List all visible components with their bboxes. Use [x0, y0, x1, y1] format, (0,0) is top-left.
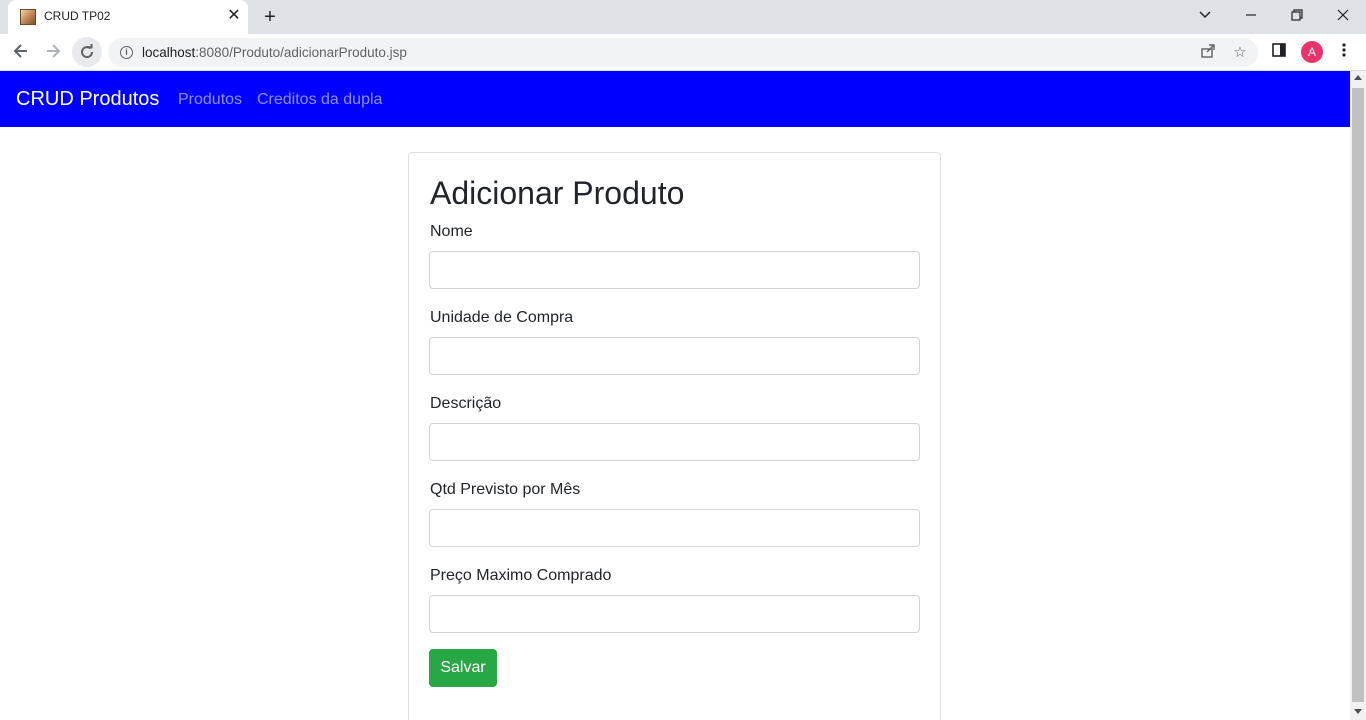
- profile-avatar[interactable]: A: [1301, 41, 1323, 63]
- nav-link-produtos[interactable]: Produtos: [178, 91, 242, 109]
- preco-maximo-label: Preço Maximo Comprado: [430, 567, 612, 584]
- bookmark-star-icon[interactable]: ☆: [1230, 43, 1250, 63]
- minimize-icon[interactable]: [1238, 4, 1264, 28]
- back-arrow-icon[interactable]: [8, 40, 34, 66]
- unidade-compra-input[interactable]: [429, 337, 920, 375]
- tab-search-icon[interactable]: [1192, 4, 1218, 28]
- close-window-icon[interactable]: [1330, 4, 1356, 28]
- page-scrollbar[interactable]: [1350, 71, 1366, 720]
- url-text[interactable]: localhost:8080/Produto/adicionarProduto.…: [142, 45, 407, 60]
- share-icon[interactable]: [1198, 43, 1218, 63]
- browser-toolbar: i localhost:8080/Produto/adicionarProdut…: [0, 34, 1366, 71]
- browser-tab[interactable]: CRUD TP02 ✕: [8, 0, 248, 34]
- navbar-brand[interactable]: CRUD Produtos: [16, 88, 159, 111]
- address-bar[interactable]: i localhost:8080/Produto/adicionarProdut…: [108, 38, 1258, 67]
- nome-label: Nome: [430, 223, 473, 240]
- descricao-input[interactable]: [429, 423, 920, 461]
- kebab-menu-icon[interactable]: [1334, 42, 1354, 62]
- qtd-previsto-label: Qtd Previsto por Mês: [430, 481, 581, 498]
- qtd-previsto-input[interactable]: [429, 509, 920, 547]
- forward-arrow-icon[interactable]: [40, 40, 66, 66]
- nav-link-creditos[interactable]: Creditos da dupla: [257, 91, 382, 109]
- add-product-card: Adicionar Produto Nome Unidade de Compra…: [408, 152, 941, 720]
- side-panel-icon[interactable]: [1269, 42, 1289, 62]
- restore-icon[interactable]: [1284, 4, 1310, 28]
- new-tab-button[interactable]: +: [258, 5, 282, 29]
- page-viewport: CRUD Produtos Produtos Creditos da dupla…: [0, 71, 1350, 720]
- browser-tab-bar: CRUD TP02 ✕ +: [0, 0, 1366, 34]
- unidade-compra-label: Unidade de Compra: [430, 309, 574, 326]
- save-button[interactable]: Salvar: [429, 649, 497, 687]
- preco-maximo-input[interactable]: [429, 595, 920, 633]
- page-title: Adicionar Produto: [430, 175, 685, 211]
- reload-button[interactable]: [72, 37, 102, 67]
- info-icon[interactable]: i: [120, 46, 133, 59]
- close-tab-icon[interactable]: ✕: [224, 6, 244, 26]
- scroll-thumb[interactable]: [1352, 88, 1364, 702]
- favicon-icon: [20, 9, 36, 25]
- scroll-down-arrow-icon[interactable]: [1354, 709, 1362, 714]
- scroll-up-arrow-icon[interactable]: [1354, 75, 1362, 80]
- descricao-label: Descrição: [430, 395, 502, 412]
- site-navbar: CRUD Produtos Produtos Creditos da dupla: [0, 71, 1350, 127]
- nome-input[interactable]: [429, 251, 920, 289]
- tab-title: CRUD TP02: [44, 9, 111, 23]
